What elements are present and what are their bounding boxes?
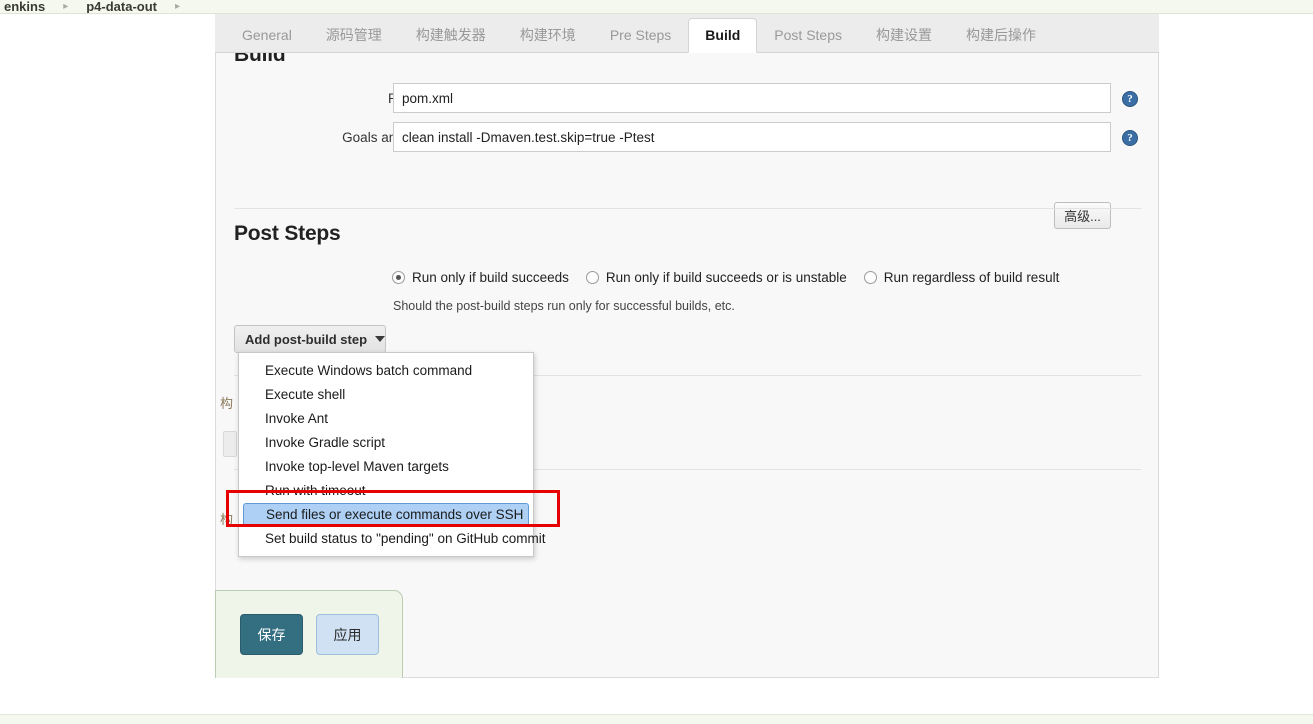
menu-item-invoke-maven-targets[interactable]: Invoke top-level Maven targets [239,455,533,479]
menu-item-run-with-timeout[interactable]: Run with timeout [239,479,533,503]
tab-build-triggers[interactable]: 构建触发器 [399,18,503,53]
menu-item-invoke-gradle[interactable]: Invoke Gradle script [239,431,533,455]
radio-run-if-succeeds-or-unstable[interactable] [585,271,599,284]
post-steps-condition-group: Run only if build succeeds Run only if b… [392,270,1076,285]
tab-build-settings[interactable]: 构建设置 [859,18,949,53]
chevron-down-icon [375,336,386,342]
root-pom-row: Root POM ? [216,83,1158,115]
tab-post-steps[interactable]: Post Steps [757,18,859,53]
tab-general[interactable]: General [225,18,309,53]
tab-build[interactable]: Build [688,18,758,53]
section-divider-top [234,208,1141,209]
tab-post-build-actions[interactable]: 构建后操作 [949,18,1053,53]
root-pom-input[interactable] [393,83,1111,113]
obscured-button[interactable] [223,431,237,457]
save-apply-bar: 保存 应用 [215,590,403,678]
help-icon-root-pom[interactable]: ? [1122,91,1138,107]
jenkins-job-config-screen: enkins ▸ p4-data-out ▸ General 源码管理 构建触发… [0,0,1313,724]
page-footer [0,714,1313,724]
radio-label-run-if-succeeds-or-unstable[interactable]: Run only if build succeeds or is unstabl… [606,270,847,285]
apply-button[interactable]: 应用 [316,614,379,655]
goals-options-row: Goals and options ? [216,122,1158,154]
tab-pre-steps[interactable]: Pre Steps [593,18,688,53]
tab-source-management[interactable]: 源码管理 [309,18,399,53]
post-steps-hint: Should the post-build steps run only for… [393,299,735,313]
breadcrumb-item-jenkins[interactable]: enkins [0,0,49,13]
breadcrumb-item-job[interactable]: p4-data-out [82,0,161,13]
advanced-button[interactable]: 高级... [1054,202,1111,229]
save-button[interactable]: 保存 [240,614,303,655]
build-section-title: Build [234,53,286,66]
menu-item-set-build-status-github[interactable]: Set build status to "pending" on GitHub … [239,527,545,551]
tab-build-environment[interactable]: 构建环境 [503,18,593,53]
radio-run-if-succeeds[interactable] [392,271,405,284]
radio-run-regardless[interactable] [863,271,877,284]
config-tab-bar: General 源码管理 构建触发器 构建环境 Pre Steps Build … [215,14,1159,53]
menu-item-invoke-ant[interactable]: Invoke Ant [239,407,533,431]
breadcrumb-separator-icon-2: ▸ [175,1,181,12]
post-steps-title: Post Steps [234,222,341,245]
post-build-step-dropdown-menu: Execute Windows batch command Execute sh… [238,352,545,557]
help-icon-goals-options[interactable]: ? [1122,130,1138,146]
menu-item-send-files-over-ssh[interactable]: Send files or execute commands over SSH [243,503,529,527]
radio-label-run-if-succeeds[interactable]: Run only if build succeeds [412,270,569,285]
radio-label-run-regardless[interactable]: Run regardless of build result [884,270,1060,285]
obscured-label-fragment-1: 构 [220,397,234,412]
menu-item-execute-windows-batch[interactable]: Execute Windows batch command [239,359,533,383]
obscured-label-fragment-2: 构 [220,513,234,528]
breadcrumb-separator-icon: ▸ [63,1,69,12]
breadcrumb: enkins ▸ p4-data-out ▸ [0,0,1313,14]
menu-item-execute-shell[interactable]: Execute shell [239,383,533,407]
add-post-build-step-label: Add post-build step [245,331,368,347]
config-content: Build Root POM ? Goals and options ? 高级.… [216,53,1158,677]
goals-options-input[interactable] [393,122,1111,152]
add-post-build-step-button[interactable]: Add post-build step [234,325,386,353]
